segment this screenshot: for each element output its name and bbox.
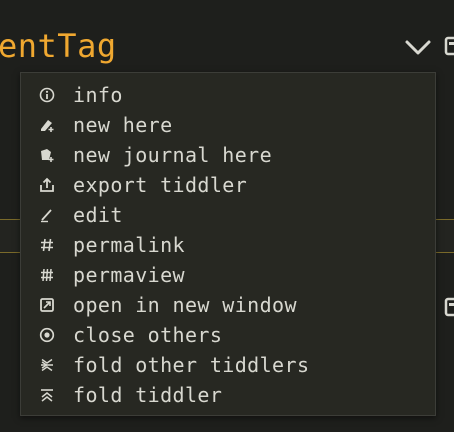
tiddler-title: entTag <box>0 27 117 65</box>
menu-item-label: permalink <box>73 233 185 257</box>
menu-item-info[interactable]: info <box>21 80 435 110</box>
permalink-icon <box>21 230 73 260</box>
permaview-icon <box>21 260 73 290</box>
info-icon <box>21 80 73 110</box>
fold-icon <box>21 380 73 410</box>
toolbar-icon[interactable] <box>444 36 454 58</box>
new-journal-icon <box>21 140 73 170</box>
open-window-icon <box>21 290 73 320</box>
menu-item-export-tiddler[interactable]: export tiddler <box>21 170 435 200</box>
menu-item-label: close others <box>73 323 223 347</box>
menu-item-label: info <box>73 83 123 107</box>
edit-icon <box>21 200 73 230</box>
menu-item-label: permaview <box>73 263 185 287</box>
menu-item-permaview[interactable]: permaview <box>21 260 435 290</box>
menu-item-label: new here <box>73 113 173 137</box>
export-icon <box>21 170 73 200</box>
menu-item-label: fold tiddler <box>73 383 223 407</box>
more-actions-dropdown: info new here new journal here export ti… <box>20 72 436 416</box>
fold-others-icon <box>21 350 73 380</box>
menu-item-open-in-new-window[interactable]: open in new window <box>21 290 435 320</box>
menu-item-label: open in new window <box>73 293 297 317</box>
menu-item-edit[interactable]: edit <box>21 200 435 230</box>
menu-item-new-journal-here[interactable]: new journal here <box>21 140 435 170</box>
menu-item-label: fold other tiddlers <box>73 353 310 377</box>
new-here-icon <box>21 110 73 140</box>
menu-item-fold-other-tiddlers[interactable]: fold other tiddlers <box>21 350 435 380</box>
close-others-icon <box>21 320 73 350</box>
menu-item-new-here[interactable]: new here <box>21 110 435 140</box>
menu-item-fold-tiddler[interactable]: fold tiddler <box>21 380 435 410</box>
menu-item-label: export tiddler <box>73 173 248 197</box>
menu-item-permalink[interactable]: permalink <box>21 230 435 260</box>
menu-item-label: edit <box>73 203 123 227</box>
story-river: entTag info new here new journal here ex… <box>0 0 454 432</box>
toolbar-icon[interactable] <box>444 297 454 319</box>
chevron-down-icon[interactable] <box>402 34 434 62</box>
menu-item-close-others[interactable]: close others <box>21 320 435 350</box>
menu-item-label: new journal here <box>73 143 273 167</box>
